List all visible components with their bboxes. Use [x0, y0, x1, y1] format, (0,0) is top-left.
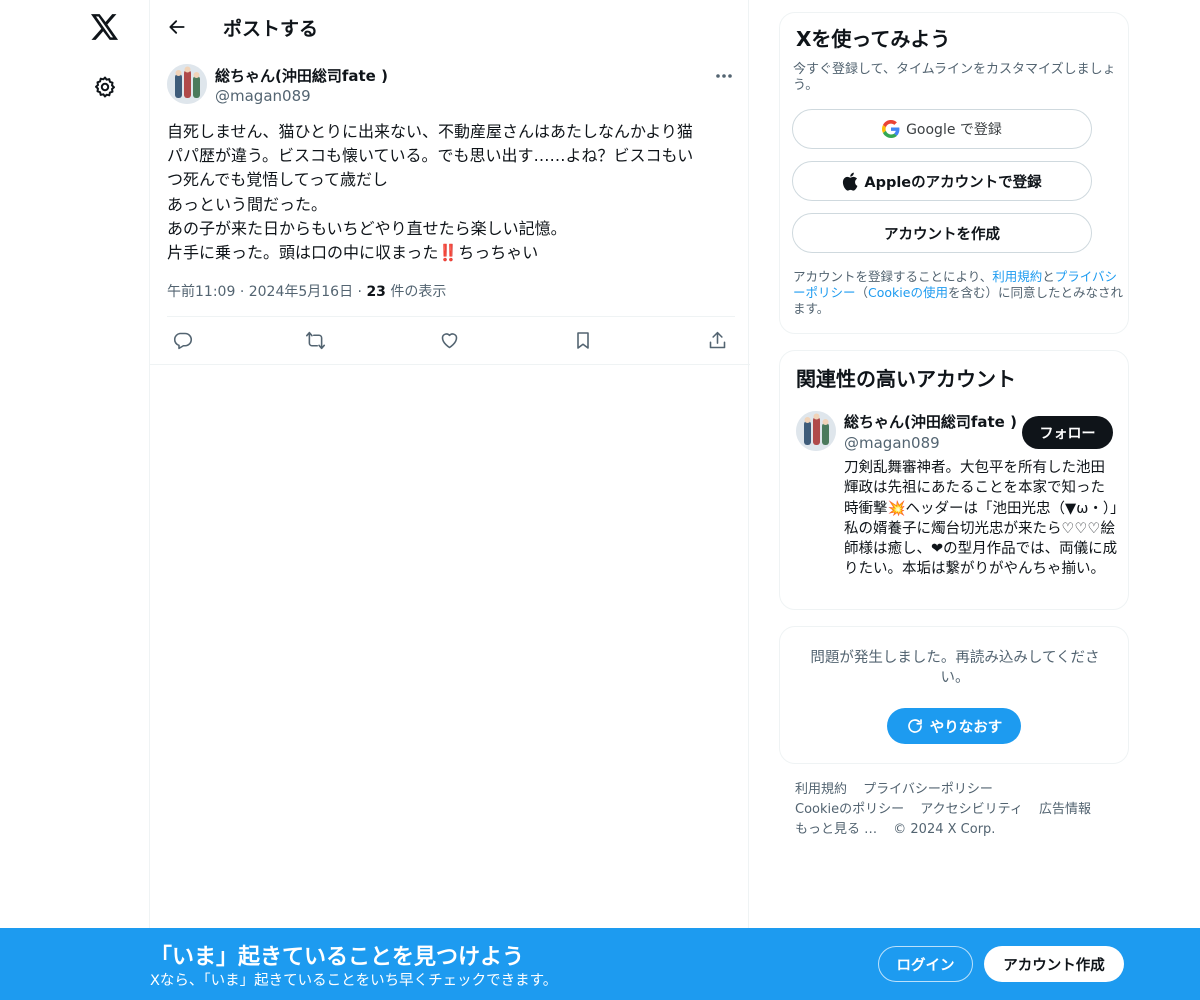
footer-link-terms[interactable]: 利用規約 [795, 782, 847, 797]
terms-pre: アカウントを登録することにより、 [793, 269, 993, 284]
error-card: 問題が発生しました。再読み込みしてください。 やりなおす [779, 626, 1129, 764]
google-signup-button[interactable]: Google で登録 [792, 109, 1092, 149]
left-nav [0, 0, 150, 1000]
repost-icon[interactable] [303, 328, 327, 352]
author-name[interactable]: 総ちゃん(沖田総司fate ) [215, 65, 388, 86]
back-arrow-icon[interactable] [164, 14, 190, 40]
post-header: ポストする [150, 0, 750, 53]
footer-link-accessibility[interactable]: アクセシビリティ [920, 802, 1023, 817]
google-icon [882, 120, 900, 138]
avatar[interactable] [796, 411, 836, 451]
banner-subtitle: Xなら、「いま」起きていることをいち早くチェックできます。 [150, 973, 558, 989]
relevant-accounts-card: 関連性の高いアカウント 総ちゃん(沖田総司fate ) @magan089 フォ… [779, 350, 1129, 610]
post-text: 自死しません、猫ひとりに出来ない、不動産屋さんはあたしなんかより猫 パパ歴が違う… [167, 122, 694, 263]
main-column: ポストする 総ちゃん(沖田総司fate ) @magan089 自死しません、猫… [149, 0, 750, 1000]
create-account-button[interactable]: アカウントを作成 [792, 213, 1092, 253]
retry-label: やりなおす [929, 719, 1003, 736]
views-count: 23 [366, 284, 386, 300]
google-signup-label: Google で登録 [906, 122, 1002, 138]
footer-link-ads[interactable]: 広告情報 [1039, 802, 1091, 817]
views-label: 件の表示 [390, 284, 447, 300]
signup-button[interactable]: アカウント作成 [984, 946, 1124, 982]
post-time[interactable]: 午前11:09 [167, 284, 235, 300]
like-icon[interactable] [437, 328, 461, 352]
create-account-label: アカウントを作成 [884, 226, 1000, 243]
signup-card: Xを使ってみよう 今すぐ登録して、タイムラインをカスタマイズしましょう。 Goo… [779, 12, 1129, 334]
cookie-link[interactable]: Cookieの使用 [868, 285, 948, 300]
terms-mid2: （ [855, 285, 869, 300]
footer-copyright: © 2024 X Corp. [893, 822, 996, 837]
login-button[interactable]: ログイン [878, 946, 973, 982]
footer-link-more[interactable]: もっと見る … [795, 822, 877, 837]
x-logo-icon[interactable] [88, 10, 122, 44]
post-author: 総ちゃん(沖田総司fate ) @magan089 [167, 64, 737, 108]
follow-button[interactable]: フォロー [1022, 416, 1113, 449]
gear-icon[interactable] [90, 72, 120, 102]
share-icon[interactable] [705, 328, 729, 352]
terms-link[interactable]: 利用規約 [992, 269, 1042, 284]
retry-button[interactable]: やりなおす [887, 708, 1021, 744]
footer-links: 利用規約 プライバシーポリシー Cookieのポリシー アクセシビリティ 広告情… [795, 780, 1125, 840]
post-date[interactable]: 2024年5月16日 [249, 284, 353, 300]
divider [150, 364, 750, 365]
post-meta: 午前11:09 · 2024年5月16日 · 23 件の表示 [167, 281, 446, 301]
meta-separator: · [239, 284, 249, 300]
avatar[interactable] [167, 64, 207, 104]
signup-subtitle: 今すぐ登録して、タイムラインをカスタマイズしましょう。 [793, 62, 1116, 93]
bottom-banner: 「いま」起きていることを見つけよう Xなら、「いま」起きていることをいち早くチェ… [0, 928, 1200, 1000]
error-message: 問題が発生しました。再読み込みしてください。 [810, 650, 1100, 686]
banner-title: 「いま」起きていることを見つけよう [150, 945, 525, 970]
footer-link-cookie[interactable]: Cookieのポリシー [795, 802, 904, 817]
more-icon[interactable] [711, 66, 737, 86]
account-bio: 刀剣乱舞審神者。大包平を所有した池田輝政は先祖にあたることを本家で知った時衝撃💥… [844, 460, 1118, 578]
page-title: ポストする [223, 18, 319, 40]
account-name[interactable]: 総ちゃん(沖田総司fate ) [844, 411, 1017, 432]
author-handle[interactable]: @magan089 [215, 87, 311, 105]
apple-icon [843, 172, 858, 191]
footer-link-privacy[interactable]: プライバシーポリシー [863, 782, 993, 797]
terms-text: アカウントを登録することにより、利用規約とプライバシーポリシー（Cookieの使… [793, 269, 1123, 317]
apple-signup-button[interactable]: Appleのアカウントで登録 [792, 161, 1092, 201]
signup-title: Xを使ってみよう [796, 27, 951, 51]
relevant-title: 関連性の高いアカウント [796, 367, 1016, 391]
terms-mid: と [1042, 269, 1055, 284]
post-actions [167, 317, 735, 364]
bookmark-icon[interactable] [571, 328, 595, 352]
reply-icon[interactable] [170, 328, 194, 352]
account-handle[interactable]: @magan089 [844, 434, 940, 452]
apple-signup-label: Appleのアカウントで登録 [864, 174, 1042, 191]
refresh-icon [907, 719, 922, 733]
